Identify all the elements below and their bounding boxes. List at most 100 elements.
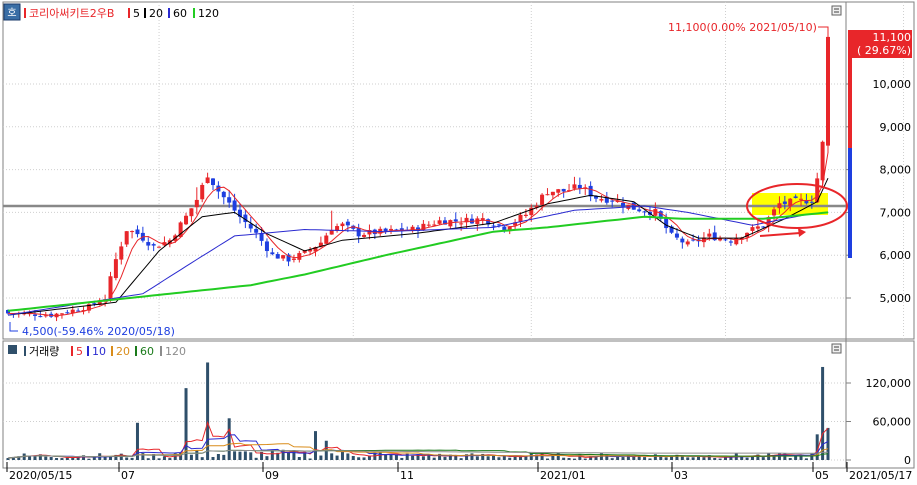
vol-legend-ma120: 120 — [165, 345, 186, 358]
candle-body — [275, 254, 280, 259]
volume-bar — [270, 450, 274, 460]
candle-body — [540, 194, 545, 205]
volume-bar — [125, 457, 129, 460]
candle-body — [550, 191, 555, 196]
candle-body — [227, 197, 232, 203]
candle-body — [480, 218, 485, 220]
volume-bar — [189, 454, 193, 460]
candle-body — [491, 225, 496, 227]
volume-bar — [497, 457, 501, 460]
candle-body — [707, 233, 712, 237]
candle-body — [119, 246, 124, 260]
candle-body — [750, 227, 755, 231]
stock-code-icon-label: 호 — [7, 7, 16, 19]
volume-tick-label: 0 — [904, 454, 911, 467]
volume-bar — [243, 451, 247, 460]
volume-bar — [583, 458, 587, 460]
candle-body — [211, 178, 215, 186]
candle-body — [642, 211, 647, 213]
candle-body — [723, 239, 728, 241]
candle-body — [113, 259, 118, 279]
volume-bar — [281, 449, 285, 460]
volume-panel-menu-button[interactable] — [831, 343, 842, 354]
volume-bar — [346, 453, 350, 460]
volume-bar — [92, 457, 96, 460]
volume-bar — [330, 453, 334, 460]
candle-body — [38, 316, 43, 318]
volume-bar — [432, 457, 436, 460]
vol-legend-ma10: 10 — [92, 345, 106, 358]
candle-body — [146, 242, 151, 246]
volume-bar — [184, 388, 188, 460]
candle-body — [389, 228, 394, 231]
volume-bar — [610, 458, 614, 460]
candle-body — [572, 184, 577, 189]
volume-bar — [49, 457, 53, 460]
volume-tick-label: 120,000 — [866, 377, 912, 390]
volume-bar — [378, 452, 382, 460]
candle-body — [799, 198, 804, 200]
candle-body — [793, 196, 798, 198]
candle-body — [610, 200, 615, 202]
volume-bar — [545, 458, 549, 460]
volume-bar — [168, 458, 172, 460]
price-panel-menu-button[interactable] — [831, 5, 842, 16]
candle-body — [453, 219, 458, 222]
candle-body — [184, 215, 189, 225]
volume-bar — [60, 458, 64, 460]
volume-bar — [394, 454, 398, 460]
volume-bar — [745, 457, 749, 460]
date-tick-label: 2021/01 — [540, 469, 586, 481]
candle-body — [254, 228, 259, 233]
volume-bar — [238, 451, 242, 460]
volume-bar — [211, 456, 215, 460]
date-tick-label: 2020/05/15 — [9, 469, 72, 481]
candle-body — [421, 223, 426, 231]
candle-body — [518, 214, 523, 222]
volume-bar — [55, 458, 59, 460]
candle-body — [297, 253, 302, 260]
candle-body — [772, 209, 777, 216]
candle-body — [205, 177, 210, 184]
candle-body — [151, 244, 156, 246]
candle-body — [599, 199, 604, 201]
candle-body — [59, 313, 64, 315]
candle-body — [755, 226, 760, 229]
candle-body — [664, 217, 669, 229]
volume-bar — [254, 457, 258, 460]
candle-body — [32, 314, 37, 316]
volume-bar — [411, 455, 415, 460]
volume-bar — [362, 457, 366, 460]
volume-bar — [319, 455, 323, 460]
candle-body — [221, 191, 226, 198]
last-price-value: 11,100 — [873, 31, 912, 44]
volume-bar — [691, 457, 695, 460]
volume-bar — [389, 454, 393, 460]
volume-bar — [249, 452, 253, 460]
volume-bar — [562, 457, 566, 460]
volume-bar — [605, 454, 609, 460]
price-tick-label: 9,000 — [880, 121, 912, 134]
volume-bar — [761, 457, 765, 460]
legend-ma20: 20 — [149, 7, 163, 20]
candle-body — [362, 234, 367, 237]
candle-body — [270, 252, 275, 255]
range-bar-down — [848, 148, 852, 258]
volume-bar — [421, 456, 425, 460]
volume-tick-label: 60,000 — [873, 416, 912, 429]
volume-bar — [459, 458, 463, 460]
volume-bar — [567, 457, 571, 460]
volume-bar — [713, 457, 717, 460]
volume-bar — [724, 457, 727, 460]
volume-bar — [826, 427, 830, 460]
volume-bar — [470, 453, 474, 460]
volume-bar — [216, 454, 220, 460]
volume-bar — [643, 457, 647, 460]
candle-body — [232, 200, 237, 211]
candle-body — [437, 220, 442, 224]
volume-bar — [65, 457, 69, 460]
volume-bar — [87, 458, 91, 460]
volume-bar — [427, 455, 431, 460]
volume-bar — [443, 457, 447, 460]
volume-bar — [146, 458, 150, 460]
